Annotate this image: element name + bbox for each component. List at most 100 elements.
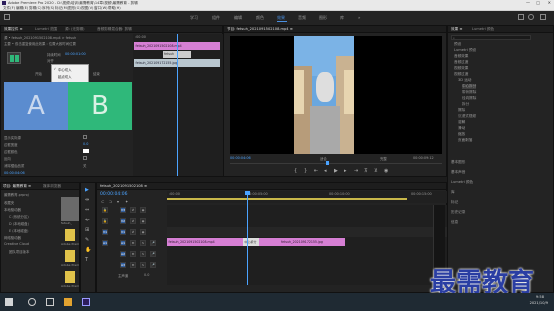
work-area-bar[interactable] <box>167 198 407 200</box>
mute-icon[interactable]: M <box>130 251 136 257</box>
show-actual-sources-checkbox[interactable] <box>83 135 87 139</box>
task-view-icon[interactable] <box>46 298 54 306</box>
folder-icon[interactable] <box>65 250 75 262</box>
search-icon[interactable] <box>528 14 534 20</box>
voiceover-icon[interactable]: 🎤 <box>150 262 156 268</box>
tab-lumetri-scopes[interactable]: Lumetri 范围 <box>35 27 57 32</box>
mb-drive-c[interactable]: C (系统分区) <box>9 214 29 219</box>
workspace-assembly[interactable]: 组件 <box>212 15 220 21</box>
mb-network-drives[interactable]: 网络驱动器 <box>4 235 21 240</box>
razor-tool-icon[interactable]: ⟛ <box>85 217 90 223</box>
snap-icon[interactable]: ⊂ <box>101 199 104 204</box>
reverse-checkbox[interactable] <box>83 156 87 160</box>
track-select-tool-icon[interactable]: ⇹ <box>85 197 89 203</box>
tab-project[interactable]: 项目: 最需教育 ≡ <box>3 184 31 189</box>
track-lock-icon[interactable]: 🔒 <box>102 207 108 213</box>
close-button[interactable]: ✕ <box>548 0 551 5</box>
fx-video-effects[interactable]: 视频效果 <box>454 66 468 71</box>
section-essential-sound[interactable]: 基本声音 <box>451 170 465 175</box>
search-icon[interactable] <box>28 298 36 306</box>
workspace-editing[interactable]: 编辑 <box>234 15 242 21</box>
tab-lumetri-color[interactable]: Lumetri 颜色 <box>472 27 494 32</box>
mb-local-drives[interactable]: 本地驱动器 <box>4 207 21 212</box>
track-target-a3[interactable]: A3 <box>120 262 126 268</box>
tab-effect-controls[interactable]: 效果控件 ≡ <box>4 27 23 32</box>
track-sync-icon[interactable]: ⇵ <box>130 207 136 213</box>
track-visibility-icon[interactable]: ◉ <box>140 229 146 235</box>
media-thumbnail[interactable] <box>61 197 79 221</box>
mb-drive-e[interactable]: E (本地磁盘) <box>9 228 28 233</box>
fx-video-transitions[interactable]: 视频过渡 <box>454 72 468 77</box>
file-explorer-icon[interactable] <box>64 298 72 306</box>
tab-program[interactable]: 节目: fetsuh_2021091502108.mp4 ≡ <box>227 27 293 32</box>
program-playhead[interactable] <box>326 161 329 165</box>
fx-dissolve[interactable]: 溶解 <box>458 120 465 125</box>
track-visibility-icon[interactable]: ◉ <box>140 218 146 224</box>
tab-media-browser[interactable]: 媒体浏览器 <box>43 184 61 189</box>
source-patch-a1[interactable]: A1 <box>102 240 108 246</box>
fx-radial-wipe[interactable]: 径向擦除 <box>462 96 476 101</box>
fx-3d-motion[interactable]: 3D 运动 <box>458 78 471 83</box>
section-markers[interactable]: 标记 <box>451 200 458 205</box>
step-back-icon[interactable]: ◂ <box>324 168 327 174</box>
track-visibility-icon[interactable]: ◉ <box>140 207 146 213</box>
minimize-button[interactable]: — <box>526 0 530 5</box>
workspace-libraries[interactable]: 库 <box>340 15 344 21</box>
fx-center-split[interactable]: 中心拆分 <box>462 84 477 89</box>
track-sync-icon[interactable]: ⇵ <box>130 229 136 235</box>
timeline-transition[interactable]: 中心拆分 <box>243 238 259 246</box>
effects-search-input[interactable] <box>451 35 531 40</box>
mute-icon[interactable]: M <box>130 240 136 246</box>
mb-creative-cloud[interactable]: Creative Cloud <box>4 242 29 246</box>
track-sync-icon[interactable]: ⇵ <box>130 218 136 224</box>
source-patch-v1[interactable]: V1 <box>102 229 108 235</box>
master-track-value[interactable]: 0.0 <box>144 273 149 277</box>
mark-in-icon[interactable]: { <box>294 168 297 174</box>
hand-tool-icon[interactable]: ✋ <box>85 247 91 253</box>
maximize-button[interactable]: □ <box>536 0 540 5</box>
track-lock-icon[interactable]: 🔒 <box>102 218 108 224</box>
step-forward-icon[interactable]: ▸ <box>344 168 347 174</box>
section-lumetri-color[interactable]: Lumetri 颜色 <box>451 180 473 185</box>
solo-icon[interactable]: S <box>140 262 146 268</box>
solo-icon[interactable]: S <box>140 240 146 246</box>
export-frame-icon[interactable]: ◉ <box>384 168 388 174</box>
workspace-graphics[interactable]: 图形 <box>319 15 327 21</box>
folder-icon[interactable] <box>65 271 75 283</box>
tab-audio-clip-mixer[interactable]: 音频剪辑混合器: 剪辑 <box>97 27 132 32</box>
track-target-a2[interactable]: A2 <box>120 251 126 257</box>
section-history[interactable]: 历史记录 <box>451 210 465 215</box>
go-to-in-icon[interactable]: ⇤ <box>314 168 318 174</box>
fx-page-peel[interactable]: 页面剥落 <box>458 138 472 143</box>
mb-favorites[interactable]: 收藏夹 <box>4 200 14 205</box>
mark-out-icon[interactable]: } <box>304 168 307 174</box>
fx-zoom[interactable]: 缩放 <box>458 132 465 137</box>
timeline-playhead[interactable] <box>247 191 248 285</box>
notifications-icon[interactable] <box>540 14 546 20</box>
extract-icon[interactable]: ⊻ <box>374 168 378 174</box>
type-tool-icon[interactable]: T <box>85 257 88 263</box>
export-icon[interactable] <box>518 14 524 20</box>
lift-icon[interactable]: ⊼ <box>364 168 368 174</box>
playhead-handle[interactable] <box>245 191 250 195</box>
workspace-overflow[interactable]: » <box>358 15 360 20</box>
mb-drive-d[interactable]: D (本地磁盘) <box>9 221 29 226</box>
tab-source[interactable]: 源: (无剪辑) <box>65 27 85 32</box>
section-libraries[interactable]: 库 <box>451 190 455 195</box>
track-target-v2[interactable]: V2 <box>120 218 126 224</box>
workspace-color[interactable]: 颜色 <box>256 15 264 21</box>
add-marker-icon[interactable]: ▾ <box>117 199 119 204</box>
workspace-learn[interactable]: 学习 <box>190 15 198 21</box>
fx-split[interactable]: 拆分 <box>462 102 469 107</box>
home-icon[interactable] <box>4 14 10 20</box>
mute-icon[interactable]: M <box>130 262 136 268</box>
border-color-swatch[interactable] <box>83 149 89 153</box>
linked-selection-icon[interactable]: ⊃ <box>109 199 112 204</box>
program-scrubber[interactable] <box>230 163 442 164</box>
windows-start-icon[interactable] <box>5 298 13 306</box>
premiere-taskbar-icon[interactable] <box>82 298 90 306</box>
section-essential-graphics[interactable]: 基本图形 <box>451 160 465 165</box>
track-target-v3[interactable]: V3 <box>120 207 126 213</box>
ripple-edit-tool-icon[interactable]: ⇔ <box>85 207 89 213</box>
fx-band-wipe[interactable]: 带状擦除 <box>462 90 476 95</box>
